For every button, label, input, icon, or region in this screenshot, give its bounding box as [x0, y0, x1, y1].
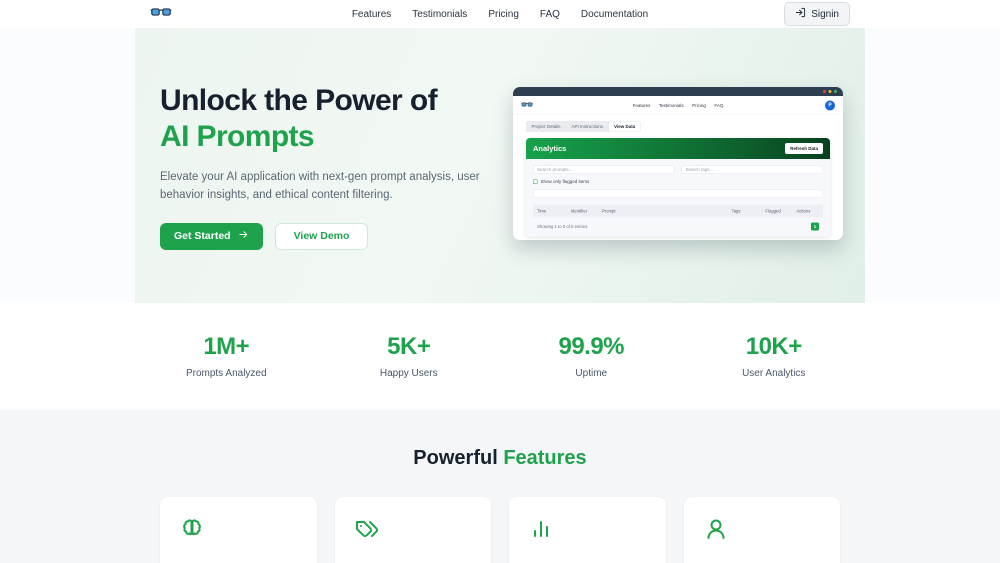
mockup-nav-pricing[interactable]: Pricing	[692, 103, 706, 108]
stat-value: 5K+	[387, 333, 431, 360]
column-actions: Actions	[796, 208, 811, 214]
view-demo-button[interactable]: View Demo	[274, 222, 369, 250]
nav-link-pricing[interactable]: Pricing	[488, 9, 519, 20]
stat-value: 99.9%	[558, 333, 625, 360]
stat-label: User Analytics	[742, 368, 806, 379]
stat-prompts-analyzed: 1M+ Prompts Analyzed	[135, 333, 318, 379]
entries-summary: Showing 1 to 0 of 0 entries	[537, 224, 588, 229]
tab-view-data[interactable]: View Data	[608, 121, 641, 132]
table-header-row: Time Identifier Prompt Tags Flagged Acti…	[533, 204, 823, 218]
hero-band: Unlock the Power of AI Prompts Elevate y…	[0, 28, 1000, 303]
column-tags: Tags	[731, 208, 741, 214]
analytics-panel: Analytics Refresh Data Show only flagged…	[526, 138, 830, 237]
hero-subtitle: Elevate your AI application with next-ge…	[160, 171, 480, 202]
stat-value: 1M+	[203, 333, 250, 360]
brain-icon	[180, 519, 204, 545]
feature-card-auto-categorization: Auto-Categorization	[334, 497, 491, 563]
features-heading: Powerful Features	[413, 447, 587, 469]
glasses-icon	[521, 101, 533, 110]
window-titlebar	[513, 87, 843, 96]
refresh-data-button[interactable]: Refresh Data	[785, 143, 823, 154]
features-section: Powerful Features AI-Powered Analytics A…	[0, 410, 1000, 563]
mockup-nav-testimonials[interactable]: Testimonials	[659, 103, 684, 108]
flagged-filter-label: Show only flagged items	[540, 179, 590, 184]
filter-input[interactable]	[533, 189, 823, 198]
view-demo-label: View Demo	[293, 230, 350, 243]
window-close-icon	[823, 90, 826, 93]
stat-happy-users: 5K+ Happy Users	[318, 333, 501, 379]
feature-card-ai-analytics: AI-Powered Analytics	[160, 497, 317, 563]
window-minimize-icon	[828, 90, 832, 93]
avatar[interactable]: P	[825, 100, 835, 111]
brand-glasses-logo[interactable]	[150, 5, 172, 23]
arrow-right-icon	[238, 229, 249, 243]
tags-icon	[355, 521, 379, 545]
mockup-tabs: Project Details API Instructions View Da…	[526, 121, 641, 132]
bar-chart-icon	[529, 521, 553, 545]
pagination-page-button[interactable]: 1	[811, 222, 819, 231]
nav-link-features[interactable]: Features	[352, 9, 391, 20]
feature-card-user-behavior: Analyze User Behavior	[683, 497, 840, 563]
column-identifier: Identifier	[570, 208, 588, 214]
search-prompts-input[interactable]	[533, 165, 675, 174]
analytics-title: Analytics	[533, 144, 567, 153]
nav-link-documentation[interactable]: Documentation	[581, 9, 648, 20]
mockup-nav-features[interactable]: Features	[633, 103, 651, 108]
nav-links: Features Testimonials Pricing FAQ Docume…	[352, 9, 648, 20]
nav-link-faq[interactable]: FAQ	[540, 9, 560, 20]
stat-label: Uptime	[575, 368, 608, 379]
user-icon	[704, 519, 728, 545]
column-prompt: Prompt	[601, 208, 616, 214]
stat-label: Prompts Analyzed	[185, 368, 267, 379]
login-icon	[795, 7, 806, 21]
tab-api-instructions[interactable]: API Instructions	[566, 121, 609, 132]
window-maximize-icon	[834, 90, 837, 93]
top-navigation: Features Testimonials Pricing FAQ Docume…	[0, 0, 1000, 28]
get-started-button[interactable]: Get Started	[160, 222, 263, 250]
signin-button[interactable]: Signin	[784, 2, 850, 26]
app-preview-window: Features Testimonials Pricing FAQ P Proj…	[513, 87, 843, 240]
mockup-nav-faq[interactable]: FAQ	[714, 103, 723, 108]
flagged-filter-checkbox[interactable]	[533, 179, 538, 184]
column-time: Time	[537, 208, 547, 214]
glasses-icon	[150, 5, 172, 23]
get-started-label: Get Started	[174, 230, 231, 243]
mockup-navbar: Features Testimonials Pricing FAQ P	[513, 96, 843, 115]
stats-section: 1M+ Prompts Analyzed 5K+ Happy Users 99.…	[0, 303, 1000, 410]
column-flagged: Flagged	[765, 208, 781, 214]
stat-uptime: 99.9% Uptime	[500, 333, 683, 379]
tab-project-details[interactable]: Project Details	[526, 121, 566, 132]
hero-section: Unlock the Power of AI Prompts Elevate y…	[135, 28, 865, 303]
signin-label: Signin	[811, 8, 839, 20]
feature-card-detailed-reporting: Detailed Reporting	[509, 497, 666, 563]
stat-user-analytics: 10K+ User Analytics	[683, 333, 866, 379]
nav-link-testimonials[interactable]: Testimonials	[412, 9, 467, 20]
hero-title: Unlock the Power of AI Prompts	[160, 84, 438, 153]
stat-value: 10K+	[745, 333, 803, 360]
search-tags-input[interactable]	[681, 165, 823, 174]
stat-label: Happy Users	[379, 368, 438, 379]
